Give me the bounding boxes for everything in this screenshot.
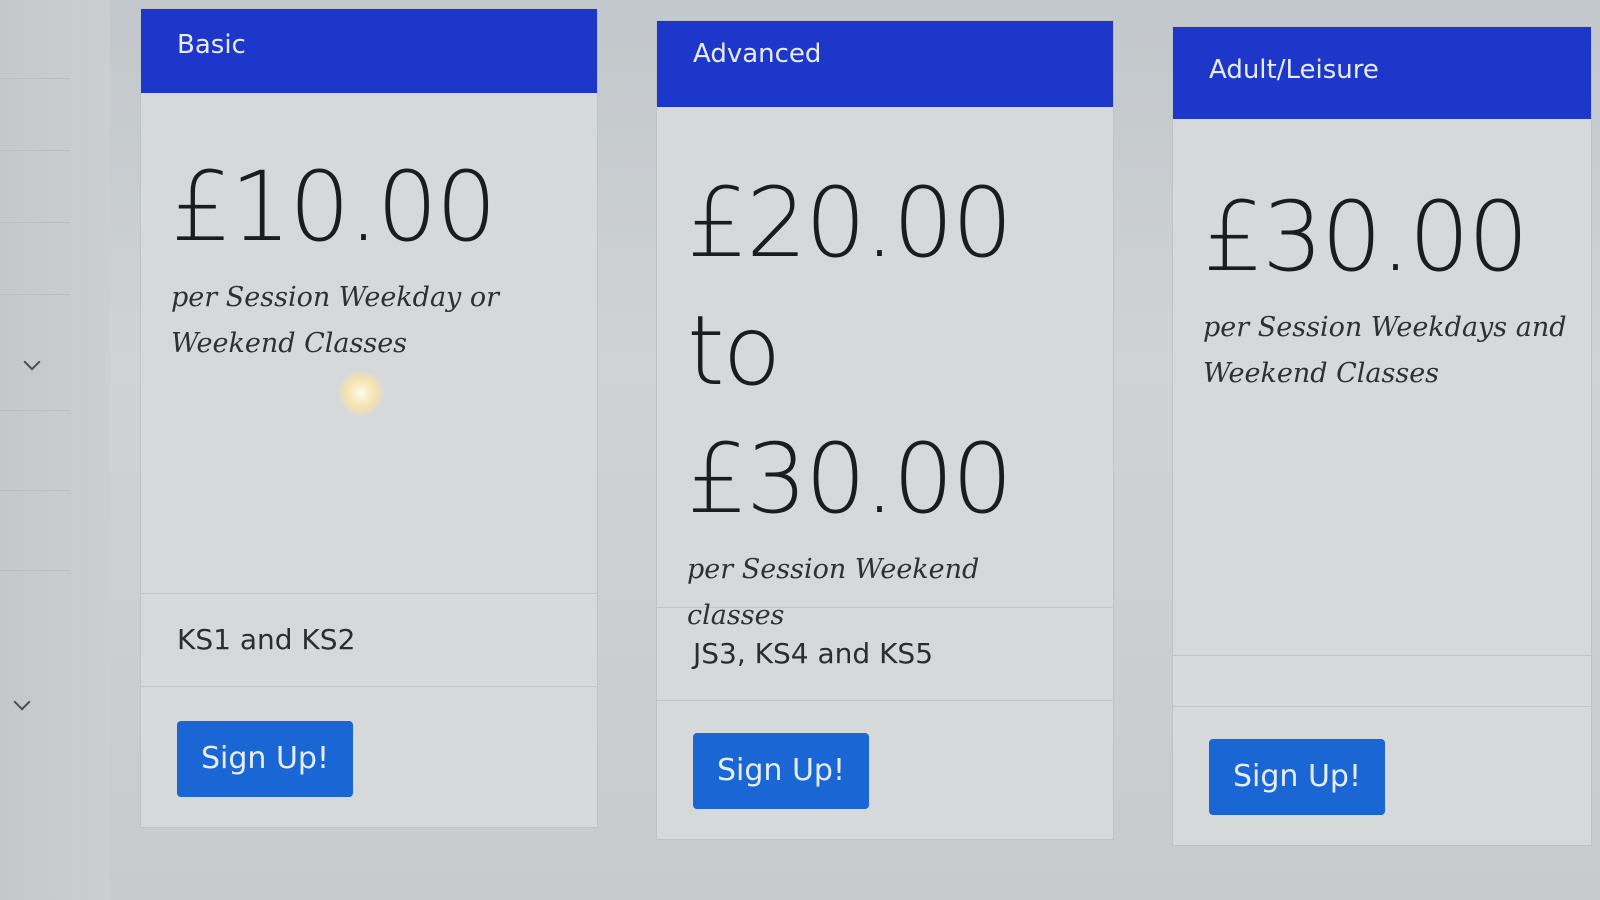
price-amount: £30.00 bbox=[1203, 181, 1529, 293]
screen-glare bbox=[338, 370, 384, 416]
card-title: Basic bbox=[141, 9, 597, 93]
sidebar-divider bbox=[0, 570, 70, 571]
pricing-card-basic: Basic £10.00 per Session Weekday or Week… bbox=[140, 8, 598, 828]
price-section: £10.00 per Session Weekday or Weekend Cl… bbox=[141, 93, 597, 593]
sign-up-button[interactable]: Sign Up! bbox=[1209, 739, 1385, 815]
pricing-card-adult-leisure: Adult/Leisure £30.00 per Session Weekday… bbox=[1172, 26, 1592, 846]
price-amount: £10.00 bbox=[171, 151, 497, 263]
sidebar-divider bbox=[0, 294, 70, 295]
plan-feature bbox=[1173, 656, 1591, 706]
price-description: per Session Weekday or Weekend Classes bbox=[171, 282, 500, 359]
sidebar-divider bbox=[0, 410, 70, 411]
card-title: Advanced bbox=[657, 21, 1113, 107]
sidebar-divider bbox=[0, 78, 70, 79]
chevron-down-icon[interactable] bbox=[23, 353, 41, 371]
price-description: per Session Weekdays and Weekend Classes bbox=[1203, 312, 1567, 389]
plan-feature: KS1 and KS2 bbox=[177, 623, 356, 656]
sign-up-button[interactable]: Sign Up! bbox=[177, 721, 353, 797]
divider bbox=[141, 686, 597, 687]
sidebar-divider bbox=[0, 150, 70, 151]
price-range-separator: to bbox=[687, 295, 781, 407]
sidebar-divider bbox=[0, 222, 70, 223]
price-section: £30.00 per Session Weekdays and Weekend … bbox=[1173, 119, 1591, 619]
left-sidebar bbox=[0, 0, 110, 900]
divider bbox=[657, 700, 1113, 701]
pricing-card-advanced: Advanced £20.00 to £30.00 per Session We… bbox=[656, 20, 1114, 840]
price-amount-from: £20.00 bbox=[687, 167, 1013, 279]
plan-feature: JS3, KS4 and KS5 bbox=[693, 637, 934, 670]
chevron-down-icon[interactable] bbox=[13, 693, 31, 711]
pricing-page: Basic £10.00 per Session Weekday or Week… bbox=[0, 0, 1600, 900]
card-title: Adult/Leisure bbox=[1173, 27, 1591, 119]
divider bbox=[1173, 706, 1591, 707]
sign-up-button[interactable]: Sign Up! bbox=[693, 733, 869, 809]
price-amount-to: £30.00 bbox=[687, 423, 1013, 535]
price-section: £20.00 to £30.00 per Session Weekend cla… bbox=[657, 107, 1113, 631]
sidebar-divider bbox=[0, 490, 70, 491]
